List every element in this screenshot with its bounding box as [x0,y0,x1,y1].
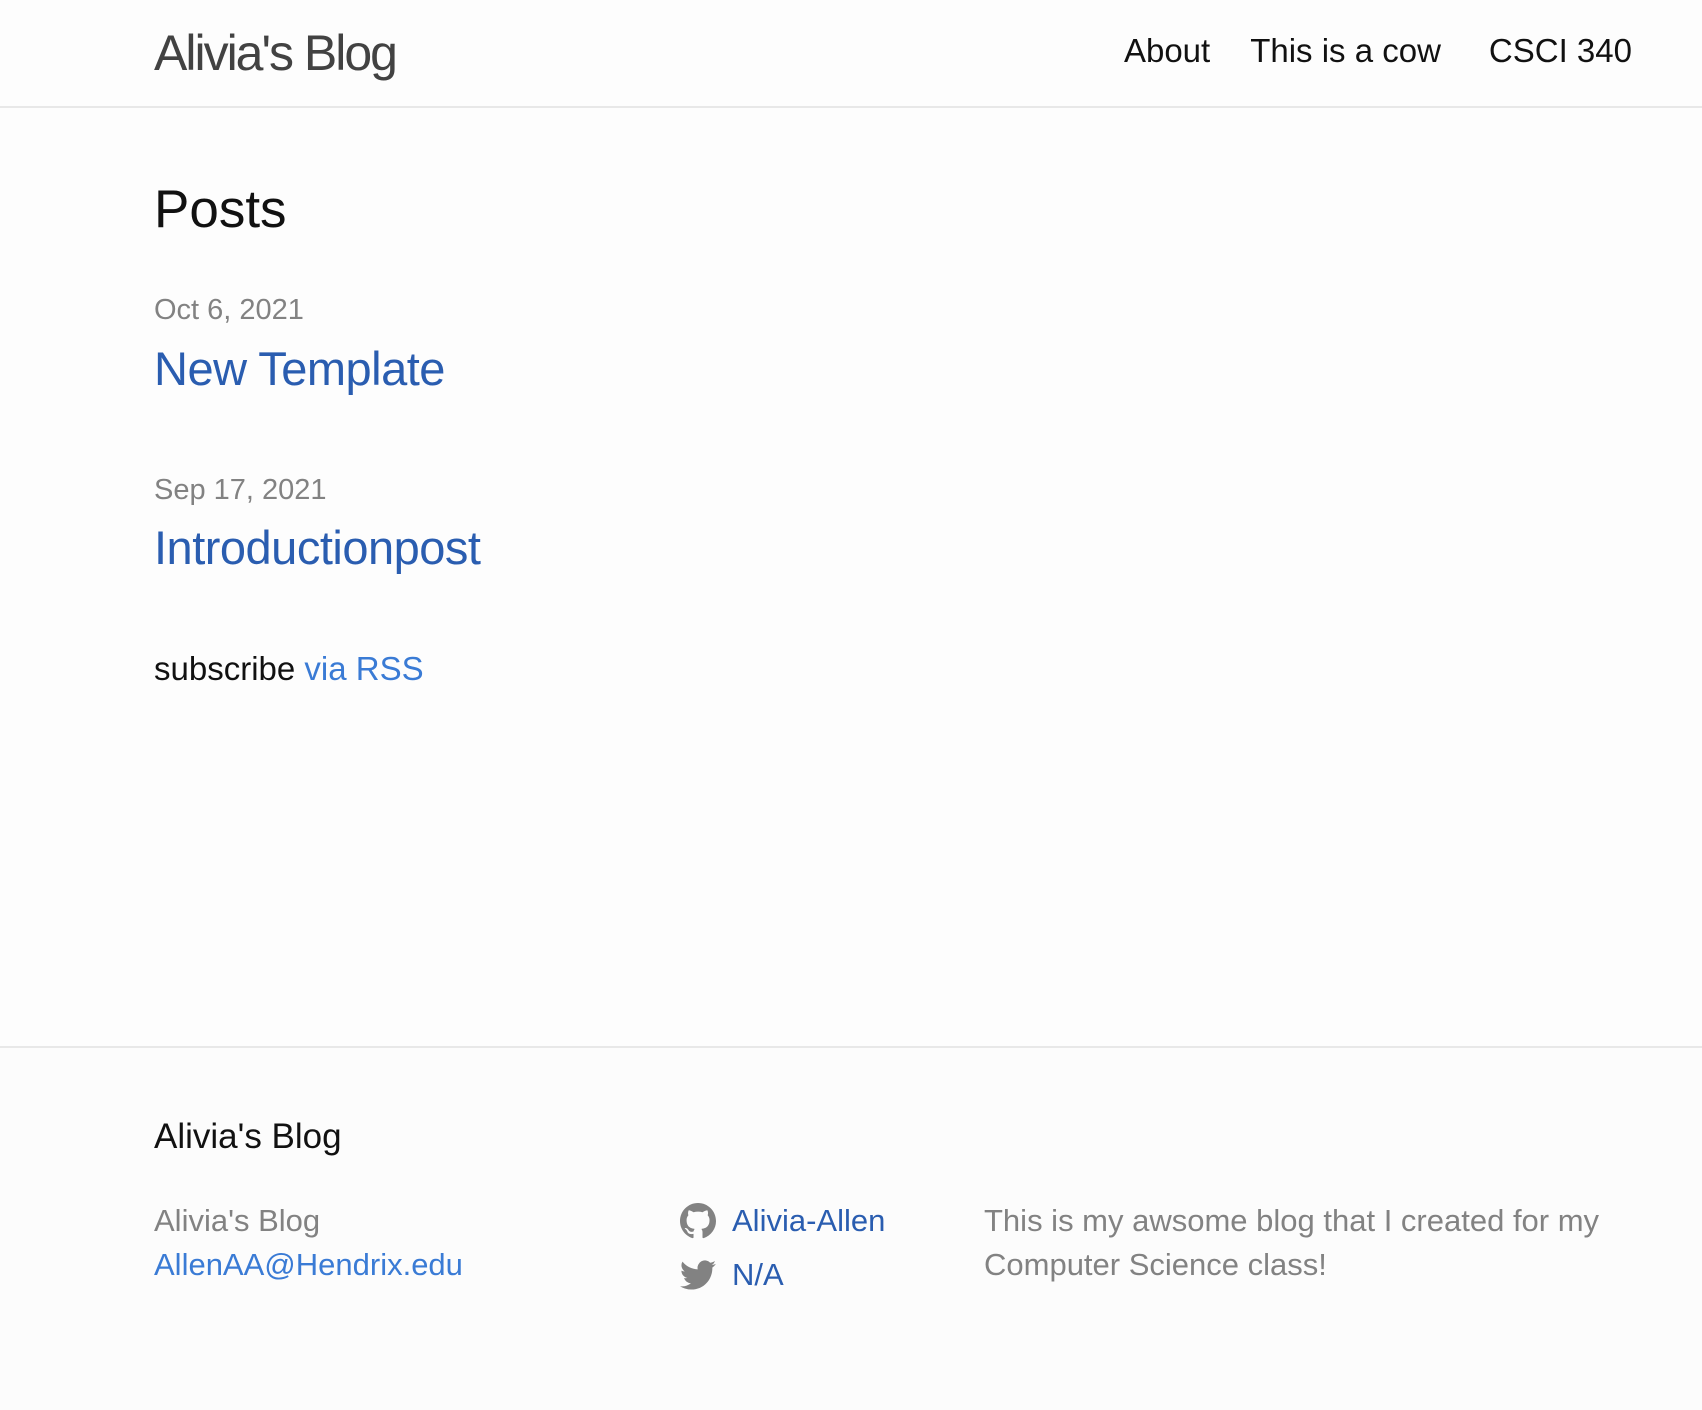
site-nav: About This is a cow CSCI 340 [1084,30,1632,72]
site-header: Alivia's Blog About This is a cow CSCI 3… [0,0,1702,108]
twitter-username: N/A [732,1257,784,1292]
footer-name: Alivia's Blog [154,1203,321,1238]
post-date: Sep 17, 2021 [154,474,327,506]
post-title-link[interactable]: New Template [154,340,445,398]
post-title-link[interactable]: Introductionpost [154,519,481,577]
footer-heading: Alivia's Blog [154,1117,342,1156]
footer-social: Alivia-Allen N/A [680,1194,885,1302]
rss-subscribe: subscribe via RSS [154,649,424,689]
twitter-icon [680,1257,716,1293]
rss-prefix: subscribe [154,650,296,687]
nav-link-csci-340[interactable]: CSCI 340 [1489,30,1632,72]
footer-contact: Alivia's Blog AllenAA@Hendrix.edu [154,1199,463,1287]
footer-description: This is my awsome blog that I created fo… [984,1203,1600,1282]
nav-link-about[interactable]: About [1124,30,1210,72]
github-username: Alivia-Allen [732,1203,886,1238]
github-icon [680,1203,716,1239]
nav-link-cow[interactable]: This is a cow [1250,30,1441,72]
page-heading: Posts [154,180,287,239]
site-title-link[interactable]: Alivia's Blog [154,22,398,84]
footer-email-link[interactable]: AllenAA@Hendrix.edu [154,1243,463,1287]
post-date: Oct 6, 2021 [154,294,304,326]
twitter-link[interactable]: N/A [680,1248,885,1302]
github-link[interactable]: Alivia-Allen [680,1194,885,1248]
site-footer: Alivia's Blog Alivia's Blog AllenAA@Hend… [0,1046,1702,1410]
rss-link[interactable]: via RSS [304,650,423,687]
